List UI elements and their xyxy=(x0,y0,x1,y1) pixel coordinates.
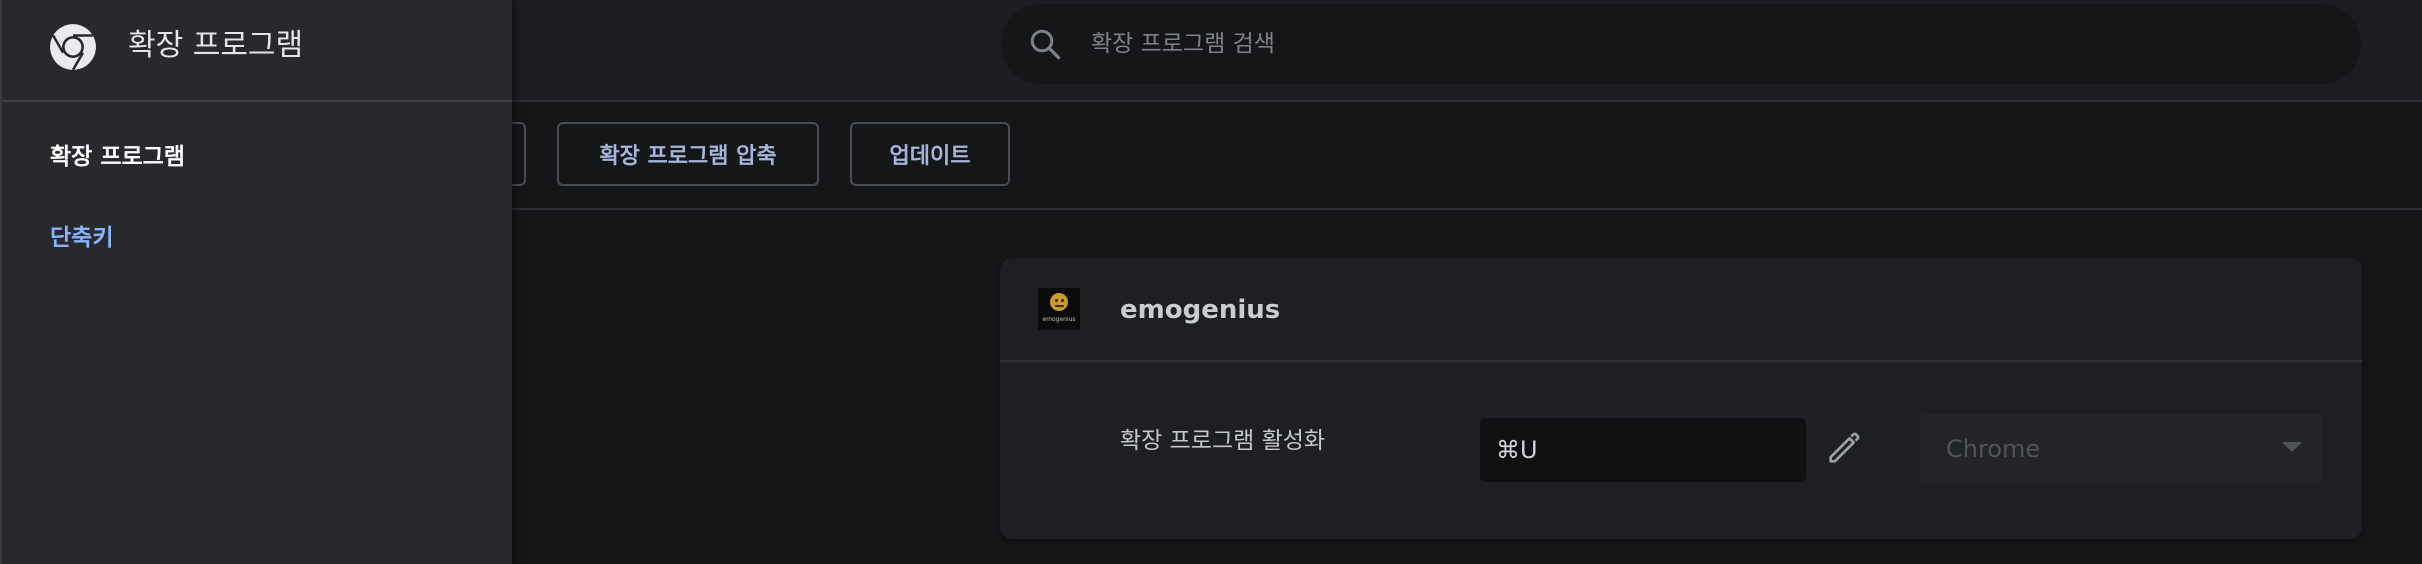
shortcut-input[interactable] xyxy=(1480,418,1806,482)
extension-name: emogenius xyxy=(1120,295,1281,325)
extension-icon-text: emogenius xyxy=(1042,316,1076,323)
shortcut-label: 확장 프로그램 활성화 xyxy=(1120,428,1326,454)
pack-extension-button[interactable]: 확장 프로그램 압축 xyxy=(557,122,819,186)
dropdown-arrow-icon xyxy=(2282,442,2302,452)
search-input[interactable] xyxy=(1089,4,2329,84)
drawer-title: 확장 프로그램 xyxy=(128,28,304,63)
drawer-header: 확장 프로그램 xyxy=(2,0,512,102)
shortcut-scope-select[interactable]: Chrome xyxy=(1920,414,2322,484)
emoji-face-icon xyxy=(1050,293,1068,311)
card-header: emogenius emogenius xyxy=(1000,258,2362,362)
edit-shortcut-button[interactable] xyxy=(1824,428,1864,468)
scope-value: Chrome xyxy=(1946,435,2041,463)
search-box[interactable] xyxy=(1001,4,2361,84)
extension-shortcut-card: emogenius emogenius 확장 프로그램 활성화 Chrome xyxy=(1000,258,2362,539)
drawer-item-shortcuts[interactable]: 단축키 xyxy=(50,223,113,253)
pencil-icon xyxy=(1829,432,1860,463)
drawer-item-extensions[interactable]: 확장 프로그램 xyxy=(50,142,185,172)
search-icon xyxy=(1030,29,1061,60)
chrome-logo-icon xyxy=(50,24,96,71)
extension-icon: emogenius xyxy=(1038,288,1080,330)
update-button[interactable]: 업데이트 xyxy=(850,122,1010,186)
side-drawer: 확장 프로그램 확장 프로그램 단축키 xyxy=(0,0,512,564)
